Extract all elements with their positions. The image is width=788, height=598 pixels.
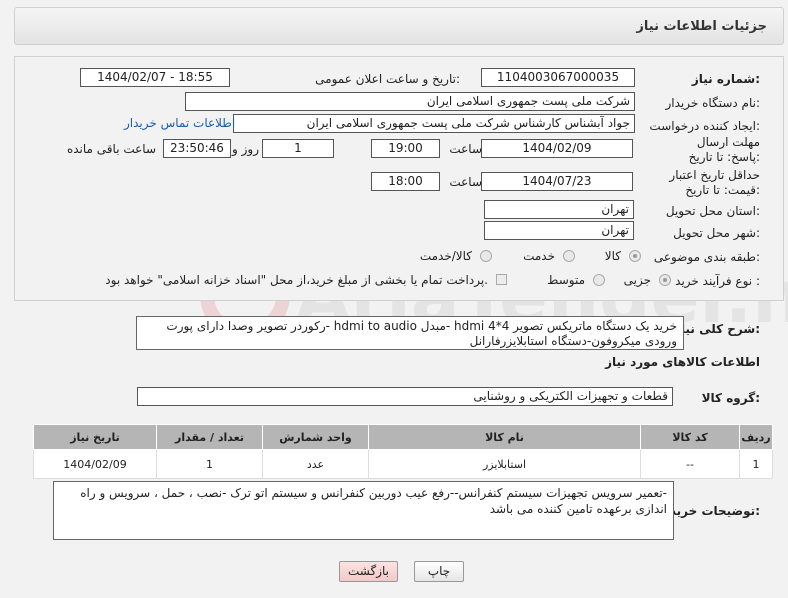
- validity-time-label: ساعت: [449, 175, 482, 189]
- purchase-option-minor: جزیی: [623, 273, 651, 287]
- goods-group-field: قطعات و تجهیزات الکتریکی و روشنایی: [137, 387, 673, 406]
- reply-deadline-label: مهلت ارسال پاسخ: تا تاریخ:: [688, 135, 760, 164]
- days-field: 1: [262, 139, 334, 158]
- announce-datetime-label: تاریخ و ساعت اعلان عمومی:: [315, 72, 460, 86]
- reply-date-field: 1404/02/09: [481, 139, 633, 158]
- province-field: تهران: [484, 200, 634, 219]
- general-desc-label: شرح کلی نیاز:: [674, 322, 760, 336]
- goods-group-label: گروه کالا:: [701, 391, 760, 405]
- day-and-label: روز و: [232, 142, 259, 156]
- items-table: ردیف کد کالا نام کالا واحد شمارش تعداد /…: [33, 424, 773, 479]
- table-row[interactable]: 1 -- استابلایزر عدد 1 1404/02/09: [33, 449, 773, 479]
- cell-need-date: 1404/02/09: [33, 449, 157, 479]
- category-option-goods-service: کالا/خدمت: [419, 249, 472, 263]
- price-validity-label: حداقل تاریخ اعتبار قیمت: تا تاریخ:: [669, 168, 760, 197]
- treasury-payment-checkbox[interactable]: [496, 274, 507, 285]
- validity-date-field: 1404/07/23: [481, 172, 633, 191]
- remaining-label: ساعت باقی مانده: [66, 142, 156, 156]
- need-number-field: 1104003067000035: [481, 68, 635, 87]
- city-field: تهران: [484, 221, 634, 240]
- cell-row: 1: [739, 449, 773, 479]
- table-header-row: ردیف کد کالا نام کالا واحد شمارش تعداد /…: [33, 424, 773, 450]
- category-radio-goods-service[interactable]: [480, 250, 492, 262]
- treasury-payment-note: پرداخت تمام یا بخشی از مبلغ خرید،از محل …: [105, 273, 488, 287]
- cell-unit: عدد: [262, 449, 369, 479]
- purchase-type-label: نوع فرآیند خرید :: [675, 274, 760, 288]
- reply-time-label: ساعت: [449, 142, 482, 156]
- general-desc-textarea[interactable]: خرید یک دستگاه ماتریکس تصویر hdmi 4*4 -م…: [136, 316, 684, 350]
- back-button[interactable]: بازگشت: [339, 561, 398, 582]
- col-name: نام کالا: [368, 424, 641, 450]
- col-unit: واحد شمارش: [262, 424, 369, 450]
- province-label: استان محل تحویل:: [665, 204, 760, 218]
- page-title: جزئیات اطلاعات نیاز: [636, 19, 767, 34]
- category-option-service: خدمت: [523, 249, 555, 263]
- col-need-date: تاریخ نیاز: [33, 424, 157, 450]
- print-button[interactable]: چاپ: [414, 561, 464, 582]
- col-qty: تعداد / مقدار: [156, 424, 263, 450]
- reply-time-field: 19:00: [371, 139, 440, 158]
- cell-name: استابلایزر: [368, 449, 641, 479]
- requester-label: ایجاد کننده درخواست:: [649, 119, 760, 133]
- validity-time-field: 18:00: [371, 172, 440, 191]
- requester-field: جواد آبشناس کارشناس شرکت ملی پست جمهوری …: [233, 114, 635, 133]
- purchase-radio-medium[interactable]: [593, 274, 605, 286]
- buyer-org-field: شرکت ملی پست جمهوری اسلامی ایران: [185, 92, 635, 111]
- purchase-option-medium: متوسط: [547, 273, 585, 287]
- announce-datetime-field: 1404/02/07 - 18:55: [80, 68, 230, 87]
- city-label: شهر محل تحویل:: [673, 226, 760, 240]
- page-header: جزئیات اطلاعات نیاز: [14, 7, 784, 45]
- col-row: ردیف: [739, 424, 773, 450]
- buyer-notes-textarea[interactable]: -تعمیر سرویس تجهیزات سیستم کنفرانس--رفع …: [53, 481, 674, 540]
- category-radio-service[interactable]: [563, 250, 575, 262]
- need-number-label: شماره نیاز:: [691, 72, 760, 86]
- cell-code: --: [640, 449, 740, 479]
- buyer-org-label: نام دستگاه خریدار:: [665, 96, 761, 110]
- cell-qty: 1: [156, 449, 263, 479]
- contact-buyer-link[interactable]: اطلاعات تماس خریدار: [124, 116, 235, 130]
- category-label: طبقه بندی موضوعی:: [653, 250, 760, 264]
- purchase-radio-minor[interactable]: [659, 274, 671, 286]
- category-option-goods: کالا: [604, 249, 621, 263]
- items-info-heading: اطلاعات کالاهای مورد نیاز: [605, 355, 760, 369]
- category-radio-goods[interactable]: [629, 250, 641, 262]
- remaining-time-field: 23:50:46: [163, 139, 231, 158]
- col-code: کد کالا: [640, 424, 740, 450]
